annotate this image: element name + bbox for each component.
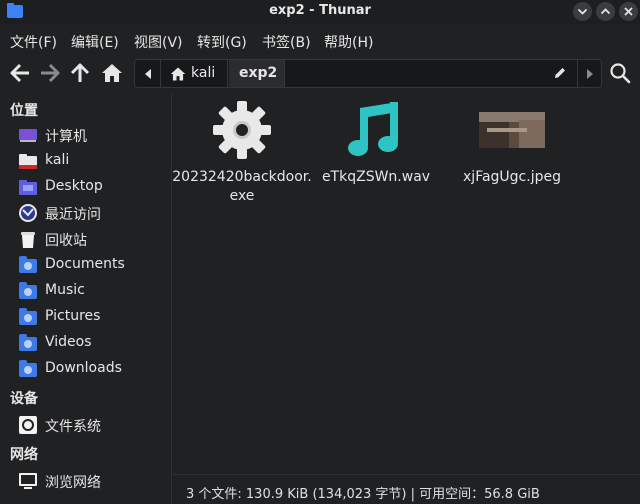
- arrow-right-icon: [41, 63, 60, 83]
- sidebar-item-label: 浏览网络: [45, 475, 101, 491]
- sidebar-item-label: Videos: [45, 334, 92, 350]
- path-bar: kali exp2: [134, 59, 602, 88]
- pictures-folder-icon: [18, 307, 38, 327]
- crumb-kali[interactable]: kali: [162, 60, 228, 87]
- home-button[interactable]: [98, 59, 126, 87]
- sidebar-item-label: 最近访问: [45, 207, 101, 223]
- close-icon: [624, 7, 633, 16]
- sidebar-item-desktop[interactable]: Desktop: [0, 174, 171, 200]
- triangle-right-icon: [587, 69, 593, 79]
- menu-bookmarks[interactable]: 书签(B): [262, 32, 311, 52]
- path-scroll-right-button[interactable]: [577, 60, 601, 87]
- sidebar-item-label: Downloads: [45, 360, 122, 376]
- file-name: 20232420backdoor.exe: [172, 169, 312, 204]
- forward-button[interactable]: [36, 59, 64, 87]
- sidebar-item-label: 计算机: [45, 129, 87, 145]
- section-network-title: 网络: [10, 447, 38, 463]
- sidebar-item-label: Pictures: [45, 308, 101, 324]
- documents-folder-icon: [18, 255, 38, 275]
- section-devices-title: 设备: [10, 391, 38, 407]
- home-icon: [170, 67, 186, 81]
- gear-icon: [210, 98, 274, 162]
- file-name: xjFagUgc.jpeg: [463, 169, 561, 185]
- up-button[interactable]: [66, 59, 94, 87]
- home-folder-icon: [18, 151, 38, 171]
- file-item[interactable]: eTkqZSWn.wav: [306, 98, 446, 187]
- sidebar-item-computer[interactable]: 计算机: [0, 122, 171, 148]
- sidebar-item-trash[interactable]: 回收站: [0, 226, 171, 252]
- status-bar: 3 个文件: 130.9 KiB (134,023 字节) | 可用空间：56.…: [173, 474, 640, 504]
- search-icon[interactable]: [609, 62, 631, 84]
- home-icon: [102, 64, 122, 82]
- toolbar: kali exp2: [0, 56, 640, 92]
- drive-icon: [18, 415, 38, 435]
- chevron-up-icon: [600, 8, 611, 15]
- back-button[interactable]: [6, 59, 34, 87]
- sidebar-item-videos[interactable]: Videos: [0, 330, 171, 356]
- sidebar-item-label: kali: [45, 152, 70, 168]
- desktop-folder-icon: [18, 177, 38, 197]
- section-places-title: 位置: [10, 103, 38, 119]
- path-scroll-left-button[interactable]: [135, 60, 161, 87]
- menu-view[interactable]: 视图(V): [134, 32, 183, 52]
- music-note-icon: [344, 98, 408, 162]
- minimize-button[interactable]: [573, 2, 592, 21]
- network-icon: [18, 471, 38, 491]
- crumb-exp2[interactable]: exp2: [229, 60, 285, 87]
- file-view: 20232420backdoor.exe eTkqZSWn.wav xjFagU: [172, 94, 640, 472]
- maximize-button[interactable]: [596, 2, 615, 21]
- sidebar-item-documents[interactable]: Documents: [0, 252, 171, 278]
- sidebar-item-label: 回收站: [45, 233, 87, 249]
- crumb-label: exp2: [239, 65, 278, 81]
- sidebar-item-browse-network[interactable]: 浏览网络: [0, 468, 171, 494]
- title-bar: exp2 - Thunar: [0, 0, 640, 24]
- sidebar-item-label: Documents: [45, 256, 125, 272]
- arrow-left-icon: [10, 63, 29, 83]
- sidebar-item-music[interactable]: Music: [0, 278, 171, 304]
- sidebar-item-filesystem[interactable]: 文件系统: [0, 412, 171, 438]
- sidebar-item-kali[interactable]: kali: [0, 148, 171, 174]
- menu-go[interactable]: 转到(G): [197, 32, 247, 52]
- trash-icon: [18, 229, 38, 249]
- menu-help[interactable]: 帮助(H): [324, 32, 373, 52]
- sidebar-item-downloads[interactable]: Downloads: [0, 356, 171, 382]
- file-item[interactable]: 20232420backdoor.exe: [172, 98, 312, 206]
- computer-icon: [18, 125, 38, 145]
- window-title: exp2 - Thunar: [269, 3, 371, 18]
- pencil-icon[interactable]: [553, 66, 567, 80]
- file-item[interactable]: xjFagUgc.jpeg: [442, 98, 582, 187]
- sidebar-item-label: Music: [45, 282, 85, 298]
- downloads-folder-icon: [18, 359, 38, 379]
- triangle-left-icon: [145, 69, 151, 79]
- sidebar-item-recent[interactable]: 最近访问: [0, 200, 171, 226]
- menu-bar: 文件(F) 编辑(E) 视图(V) 转到(G) 书签(B) 帮助(H): [0, 28, 640, 52]
- image-thumbnail: [479, 98, 545, 162]
- sidebar-item-label: 文件系统: [45, 419, 101, 435]
- sidebar-item-pictures[interactable]: Pictures: [0, 304, 171, 330]
- arrow-up-icon: [70, 63, 90, 82]
- file-name: eTkqZSWn.wav: [321, 169, 431, 185]
- menu-file[interactable]: 文件(F): [10, 32, 57, 52]
- sidebar: 位置 计算机 kali Desktop 最近访问 回收站 Documents M…: [0, 94, 172, 504]
- recent-icon: [18, 203, 38, 223]
- music-folder-icon: [18, 281, 38, 301]
- sidebar-item-label: Desktop: [45, 178, 103, 194]
- close-button[interactable]: [619, 2, 638, 21]
- videos-folder-icon: [18, 333, 38, 353]
- chevron-down-icon: [577, 8, 588, 15]
- status-text: 3 个文件: 130.9 KiB (134,023 字节) | 可用空间：56.…: [186, 487, 540, 502]
- crumb-label: kali: [191, 65, 216, 81]
- menu-edit[interactable]: 编辑(E): [71, 32, 119, 52]
